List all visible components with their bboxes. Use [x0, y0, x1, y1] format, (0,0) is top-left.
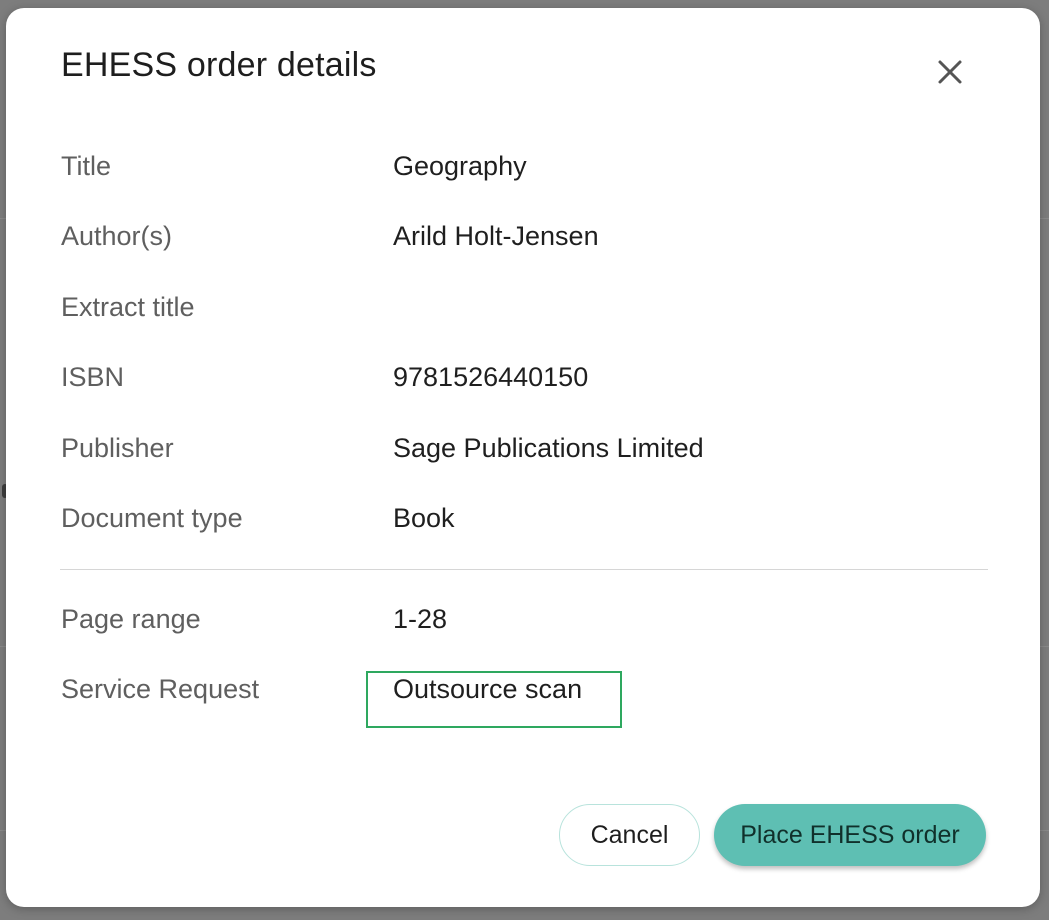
field-value: Arild Holt-Jensen [393, 221, 599, 251]
field-label: Extract title [61, 292, 195, 322]
field-label: Service Request [61, 674, 260, 704]
field-row-page-range: Page range 1-28 [61, 604, 991, 644]
place-order-button[interactable]: Place EHESS order [714, 804, 986, 866]
field-label: ISBN [61, 362, 125, 392]
field-value: 9781526440150 [393, 362, 589, 392]
field-label: Title [61, 151, 112, 181]
field-value: Geography [393, 151, 527, 181]
dialog-title: EHESS order details [61, 46, 377, 84]
field-label: Document type [61, 503, 243, 533]
field-row-isbn: ISBN 9781526440150 [61, 362, 991, 402]
field-row-title: Title Geography [61, 151, 991, 191]
field-row-extract-title: Extract title [61, 292, 991, 332]
section-divider [60, 569, 988, 570]
service-request-highlight [366, 671, 622, 728]
cancel-button[interactable]: Cancel [559, 804, 700, 866]
field-label: Page range [61, 604, 201, 634]
order-details-dialog: EHESS order details Title Geography Auth… [6, 8, 1040, 907]
field-label: Author(s) [61, 221, 173, 251]
field-value: Book [393, 503, 455, 533]
field-label: Publisher [61, 433, 174, 463]
close-button[interactable] [928, 50, 972, 94]
field-value: Sage Publications Limited [393, 433, 704, 463]
field-row-document-type: Document type Book [61, 503, 991, 543]
field-row-authors: Author(s) Arild Holt-Jensen [61, 221, 991, 261]
field-row-publisher: Publisher Sage Publications Limited [61, 433, 991, 473]
close-icon [928, 50, 972, 94]
field-value: 1-28 [393, 604, 448, 634]
